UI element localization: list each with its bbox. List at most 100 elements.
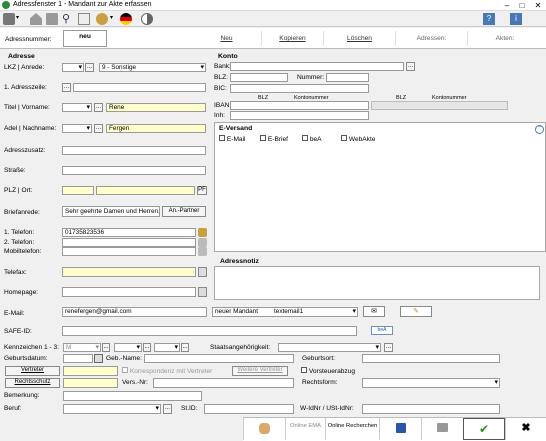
adressnotiz-textarea[interactable] bbox=[214, 266, 540, 300]
vorsteuer-option[interactable]: Vorsteuerabzug bbox=[301, 367, 355, 375]
plz-input[interactable] bbox=[62, 186, 94, 195]
bank-more-button[interactable]: ... bbox=[406, 62, 415, 71]
kennzeichen1-more-button[interactable]: ... bbox=[102, 343, 110, 352]
telefax-input[interactable] bbox=[62, 267, 196, 277]
telefon2-input[interactable] bbox=[62, 238, 196, 247]
print-dropdown-icon[interactable]: ▾ bbox=[16, 14, 19, 21]
akten-button[interactable]: Akten: bbox=[468, 31, 542, 46]
phone2-dial-icon[interactable] bbox=[198, 238, 207, 247]
vertreter-input[interactable] bbox=[63, 366, 118, 376]
briefanrede-input[interactable]: Sehr geehrte Damen und Herren, bbox=[62, 206, 160, 217]
safe-input[interactable] bbox=[62, 326, 357, 336]
rechtsschutz-input[interactable] bbox=[63, 378, 118, 388]
eversand-ebrief-option[interactable]: E-Brief bbox=[260, 135, 288, 143]
nachname-input[interactable]: Fergen bbox=[106, 124, 206, 133]
staat-more-button[interactable]: ... bbox=[384, 343, 393, 352]
adel-more-button[interactable]: ... bbox=[94, 124, 103, 133]
bea-icon[interactable]: beA bbox=[371, 326, 393, 335]
germany-flag-icon[interactable] bbox=[120, 13, 132, 25]
users-icon[interactable] bbox=[96, 13, 108, 25]
rechtsschutz-button[interactable]: Rechtsschutz bbox=[5, 378, 60, 388]
kontonummer-input[interactable] bbox=[326, 73, 369, 82]
online-ema-button[interactable]: Online EMA bbox=[285, 418, 325, 440]
eversand-bea-option[interactable]: beA bbox=[302, 135, 322, 143]
online-recherchen-button[interactable]: Online Recherchen bbox=[325, 418, 379, 440]
adressen-button[interactable]: Adressen: bbox=[396, 31, 468, 46]
info-icon[interactable]: i bbox=[510, 13, 522, 25]
save-button[interactable] bbox=[379, 418, 421, 440]
vorsteuer-checkbox[interactable] bbox=[301, 367, 307, 373]
telefon1-input[interactable]: 01735823536 bbox=[62, 228, 196, 237]
email-vorlage-select[interactable]: neuer Mandant textemail1 bbox=[212, 307, 358, 317]
maximize-icon[interactable]: □ bbox=[515, 0, 529, 11]
copy-button[interactable]: Kopieren bbox=[262, 31, 324, 46]
users-dropdown-icon[interactable]: ▾ bbox=[110, 14, 113, 21]
folder-icon[interactable] bbox=[46, 13, 58, 25]
inhaber-input[interactable] bbox=[230, 111, 369, 120]
titel-more-button[interactable]: ... bbox=[94, 103, 103, 112]
kennzeichen3-select[interactable] bbox=[154, 343, 180, 352]
korrespondenz-option[interactable]: Korrespondenz mit Vertreter bbox=[122, 367, 212, 375]
versnr-input[interactable] bbox=[153, 378, 294, 388]
cancel-button[interactable]: ✖ bbox=[505, 418, 546, 440]
wid-input[interactable] bbox=[362, 404, 500, 414]
kennzeichen1-select[interactable]: M bbox=[63, 343, 101, 352]
korrespondenz-checkbox[interactable] bbox=[122, 367, 128, 373]
search-icon[interactable]: ⚲ bbox=[62, 13, 74, 25]
browser-icon[interactable] bbox=[198, 287, 207, 297]
collapse-icon[interactable]: ⌃ bbox=[535, 125, 544, 134]
eversand-email-checkbox[interactable] bbox=[219, 135, 225, 141]
adel-select[interactable] bbox=[62, 124, 92, 133]
phone-dial-icon[interactable] bbox=[198, 228, 207, 237]
eversand-webakte-option[interactable]: WebAkte bbox=[341, 135, 375, 143]
delete-button[interactable]: Löschen bbox=[324, 31, 396, 46]
email-input[interactable]: renefergen@gmail.com bbox=[62, 307, 207, 317]
strasse-input[interactable] bbox=[62, 166, 206, 175]
eversand-webakte-checkbox[interactable] bbox=[341, 135, 347, 141]
toggle-icon[interactable] bbox=[141, 13, 153, 25]
new-button[interactable]: Neu bbox=[192, 31, 262, 46]
weitere-vertreter-button[interactable]: Weitere Vertreter bbox=[232, 366, 288, 376]
pf-button[interactable]: PF bbox=[197, 186, 207, 195]
hand-button[interactable] bbox=[243, 418, 285, 440]
geburtsdatum-input[interactable] bbox=[63, 354, 93, 363]
adresszusatz-input[interactable] bbox=[62, 146, 206, 155]
gebname-input[interactable] bbox=[144, 354, 294, 363]
iban-input[interactable] bbox=[230, 101, 369, 110]
eversand-bea-checkbox[interactable] bbox=[302, 135, 308, 141]
homepage-input[interactable] bbox=[62, 287, 196, 297]
adresszeile-input[interactable] bbox=[73, 83, 206, 92]
blz-input[interactable] bbox=[230, 73, 288, 82]
print-icon[interactable] bbox=[3, 13, 15, 25]
send-email-icon[interactable]: ✉ bbox=[363, 306, 385, 317]
mobil-input[interactable] bbox=[62, 247, 196, 256]
ok-button[interactable]: ✔ bbox=[463, 418, 505, 440]
adresszeile-more-button[interactable]: ... bbox=[62, 83, 71, 92]
kennzeichen2-select[interactable] bbox=[114, 343, 142, 352]
home-icon[interactable] bbox=[30, 13, 42, 25]
eversand-ebrief-checkbox[interactable] bbox=[260, 135, 266, 141]
an-partner-button[interactable]: An.-Partner bbox=[162, 206, 206, 217]
vorname-input[interactable]: Rene bbox=[106, 103, 206, 112]
print-button[interactable] bbox=[421, 418, 463, 440]
eversand-email-option[interactable]: E-Mail bbox=[219, 135, 246, 143]
beruf-more-button[interactable]: ... bbox=[163, 404, 172, 414]
titel-select[interactable] bbox=[62, 103, 92, 112]
card-icon[interactable] bbox=[78, 13, 90, 25]
staatsangehoerigkeit-select[interactable] bbox=[278, 343, 381, 352]
bemerkung-input[interactable] bbox=[63, 391, 202, 401]
bank-input[interactable] bbox=[230, 62, 404, 71]
calendar-icon[interactable] bbox=[94, 354, 103, 363]
vertreter-button[interactable]: Vertreter bbox=[5, 366, 60, 376]
close-icon[interactable]: ✕ bbox=[531, 0, 545, 11]
help-icon[interactable]: ? bbox=[483, 13, 495, 25]
anrede-select[interactable]: 9 - Sonstige bbox=[99, 63, 206, 72]
lkz-more-button[interactable]: ... bbox=[85, 63, 94, 72]
kennzeichen3-more-button[interactable]: ... bbox=[181, 343, 189, 352]
email-attachment-icon[interactable]: ✎ bbox=[400, 306, 432, 317]
rechtsform-select[interactable] bbox=[362, 378, 500, 388]
fax-icon[interactable] bbox=[198, 267, 207, 277]
lkz-select[interactable] bbox=[62, 63, 84, 72]
stid-input[interactable] bbox=[204, 404, 294, 414]
mobile-dial-icon[interactable] bbox=[198, 247, 207, 256]
